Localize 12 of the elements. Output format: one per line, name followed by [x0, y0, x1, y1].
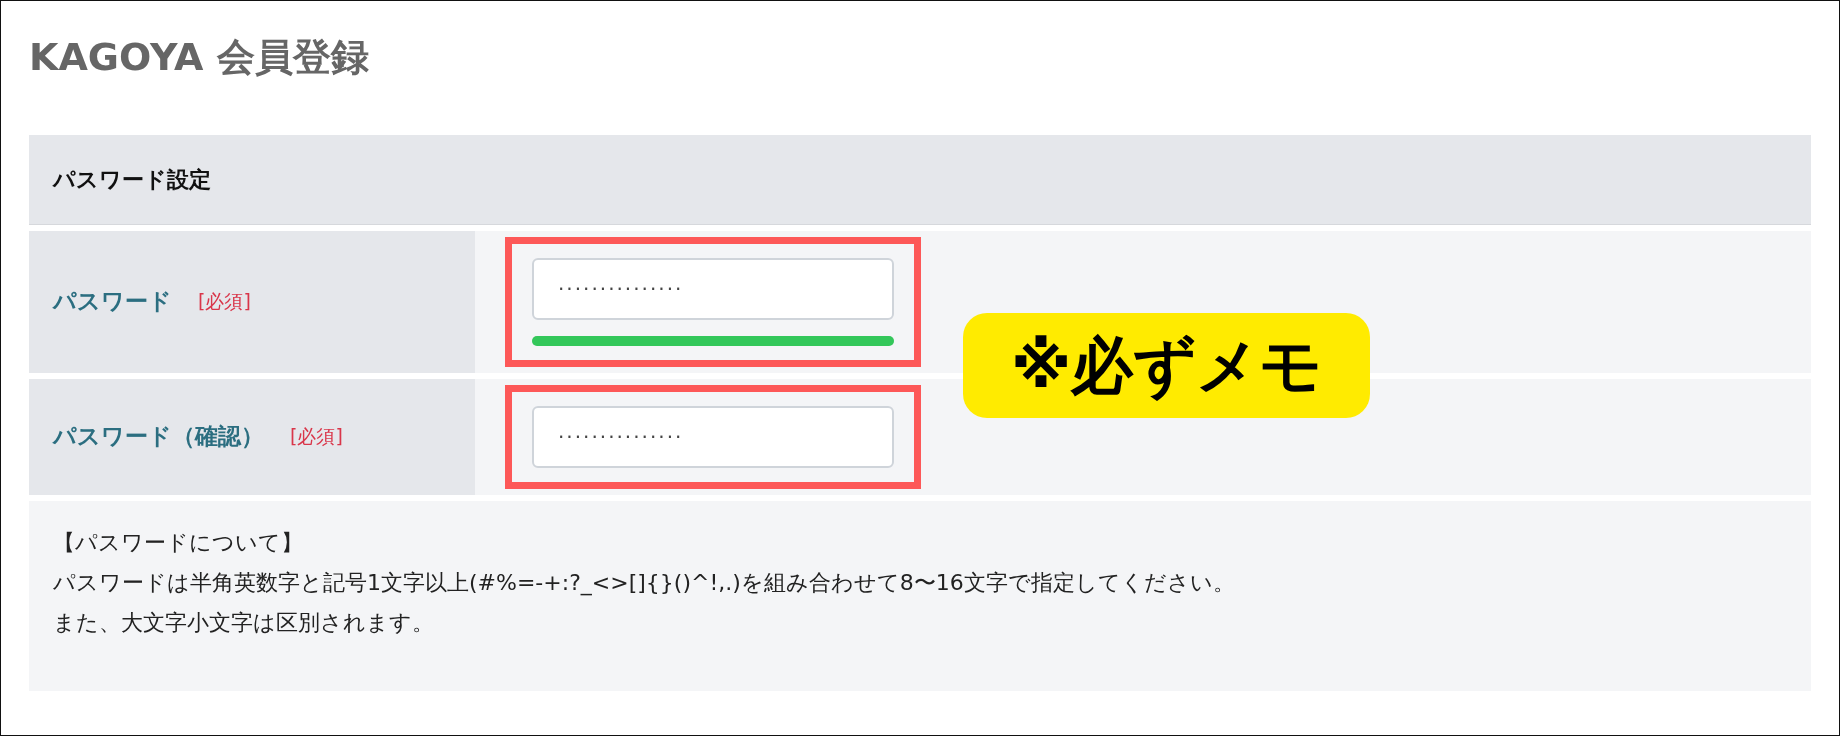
memo-callout: ※必ずメモ	[963, 312, 1371, 419]
password-field[interactable]: ···············	[532, 405, 894, 468]
field-label: パスワード	[53, 287, 172, 317]
required-mark: [必須]	[198, 289, 251, 315]
page-title: KAGOYA 会員登録	[29, 35, 370, 81]
section-heading: パスワード設定	[29, 134, 1811, 225]
note-text: 【パスワードについて】	[53, 528, 304, 557]
field-label: パスワード（確認）	[53, 422, 264, 452]
note-text: パスワードは半角英数字と記号1文字以上(#%=-+:?_<>[]{}()^!,.)を組み合わせて8〜16文字で指定してください。	[53, 568, 1236, 598]
note-text: また、大文字小文字は区別されます。	[53, 608, 435, 637]
password-field[interactable]: ···············	[532, 257, 894, 320]
required-mark: [必須]	[290, 424, 343, 450]
